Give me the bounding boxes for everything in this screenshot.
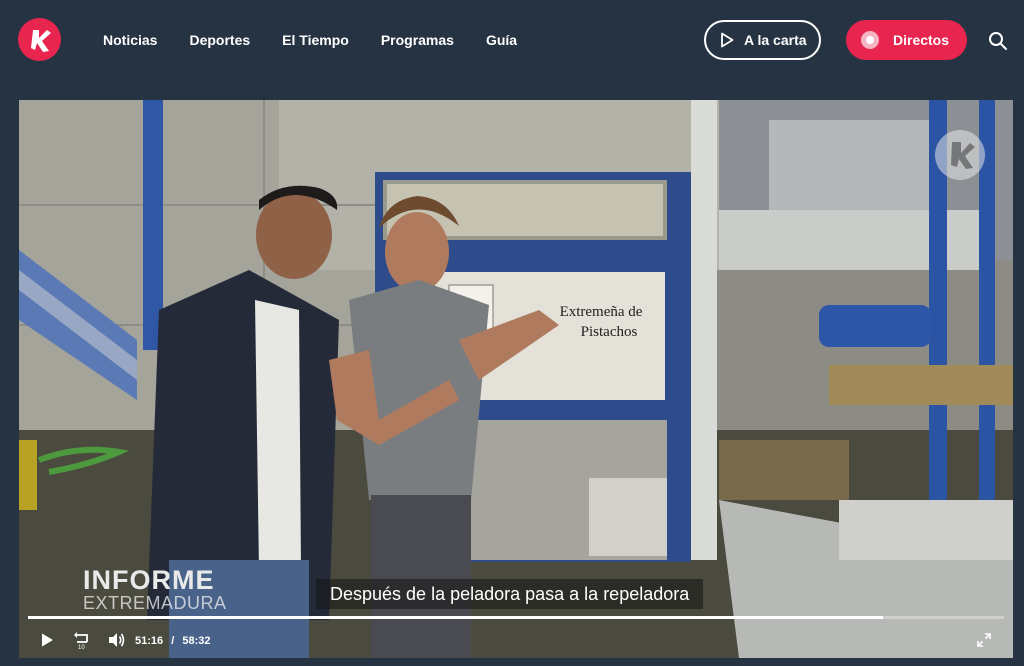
player-controls: 10 51:16 / 58:32 bbox=[19, 620, 1013, 658]
nav-item-programas[interactable]: Programas bbox=[381, 31, 454, 49]
search-icon[interactable] bbox=[988, 31, 1008, 51]
duration: 58:32 bbox=[182, 635, 211, 647]
show-logo: INFORME EXTREMADURA bbox=[83, 566, 227, 612]
show-logo-subtitle: EXTREMADURA bbox=[83, 593, 227, 613]
volume-icon[interactable] bbox=[107, 631, 125, 649]
fullscreen-icon[interactable] bbox=[976, 632, 992, 648]
video-player[interactable]: Extremeña de Pistachos INFORME EXTREMADU… bbox=[19, 100, 1013, 658]
channel-watermark-icon bbox=[935, 130, 985, 180]
progress-bar-fill bbox=[28, 616, 883, 619]
directos-button[interactable]: Directos bbox=[846, 20, 967, 60]
playback-time: 51:16 / 58:32 bbox=[135, 635, 210, 647]
a-la-carta-button[interactable]: A la carta bbox=[704, 20, 821, 60]
subtitle-caption: Después de la peladora pasa a la repelad… bbox=[316, 579, 704, 609]
nav-item-deportes[interactable]: Deportes bbox=[189, 31, 250, 49]
current-time: 51:16 bbox=[135, 635, 164, 647]
main-nav: Noticias Deportes El Tiempo Programas Gu… bbox=[103, 31, 549, 49]
play-outline-icon bbox=[721, 32, 734, 48]
nav-item-guia[interactable]: Guía bbox=[486, 31, 517, 49]
top-navigation-bar: Noticias Deportes El Tiempo Programas Gu… bbox=[0, 0, 1024, 80]
machine-label-line1: Extremeña de bbox=[560, 304, 643, 320]
progress-bar[interactable] bbox=[28, 616, 1004, 619]
replay-10-icon[interactable]: 10 bbox=[72, 630, 92, 650]
play-icon[interactable] bbox=[39, 632, 55, 648]
a-la-carta-label: A la carta bbox=[744, 32, 807, 48]
canal-extremadura-logo-icon[interactable] bbox=[18, 18, 61, 61]
machine-label-line2: Pistachos bbox=[581, 324, 638, 340]
directos-label: Directos bbox=[893, 32, 950, 48]
svg-text:10: 10 bbox=[78, 645, 85, 650]
live-dot-icon bbox=[861, 31, 879, 49]
nav-item-el-tiempo[interactable]: El Tiempo bbox=[282, 31, 349, 49]
nav-item-noticias[interactable]: Noticias bbox=[103, 31, 157, 49]
show-logo-title: INFORME bbox=[83, 565, 215, 595]
time-separator: / bbox=[171, 635, 175, 647]
